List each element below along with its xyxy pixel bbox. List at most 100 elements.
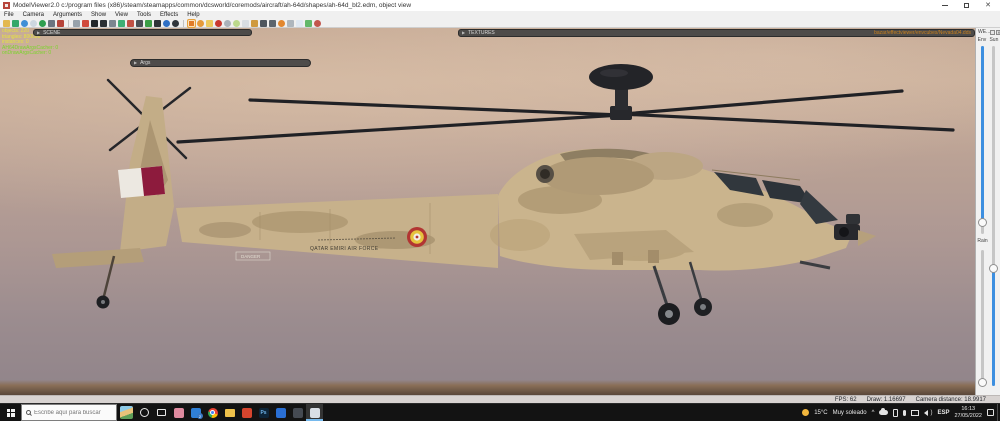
env-slider-fill	[981, 46, 984, 222]
undock-panel-icon[interactable]	[990, 29, 996, 35]
display-icon[interactable]	[911, 409, 920, 416]
arrow-right-icon[interactable]	[127, 19, 134, 27]
taskbar-search[interactable]	[21, 404, 117, 421]
figure-icon[interactable]	[73, 19, 80, 27]
open-file-icon[interactable]	[3, 19, 10, 27]
sphere-gray-icon[interactable]	[224, 19, 231, 27]
flag-icon[interactable]	[251, 19, 258, 27]
walk-figure-icon[interactable]	[109, 19, 116, 27]
search-input[interactable]	[34, 409, 112, 416]
file-explorer-icon-glyph	[224, 408, 235, 417]
sphere-olive-icon[interactable]	[233, 19, 240, 27]
modelviewer-taskbar-icon[interactable]	[306, 404, 323, 421]
tray-temperature[interactable]: 15°C	[814, 410, 827, 416]
page-blue-icon[interactable]	[296, 19, 303, 27]
close-panel-icon[interactable]: ✕	[996, 29, 1000, 35]
figure-dark-icon[interactable]	[260, 19, 267, 27]
rotate-ccw-icon[interactable]	[172, 19, 179, 27]
arrow-left-icon[interactable]	[118, 19, 125, 27]
maximize-icon[interactable]	[964, 3, 970, 8]
globe-blue-icon[interactable]	[21, 19, 28, 27]
main-rotor	[176, 89, 955, 144]
args-panel-bar[interactable]: ▶ Args	[130, 59, 311, 67]
black-box-icon[interactable]	[91, 19, 98, 27]
main-landing-gear	[652, 261, 712, 325]
task-view-icon[interactable]	[153, 404, 170, 421]
tray-weather-condition[interactable]: Muy soleado	[833, 410, 867, 416]
your-phone-icon[interactable]	[893, 408, 899, 417]
window-controls: ✕	[936, 2, 997, 9]
sun-slider-thumb[interactable]	[989, 264, 998, 273]
sphere-orange-icon[interactable]	[278, 19, 285, 27]
sphere-light-icon[interactable]	[30, 19, 37, 27]
bar-chart-icon[interactable]	[187, 18, 196, 28]
mail-icon[interactable]: 2	[187, 404, 204, 421]
monitor-icon[interactable]	[48, 19, 55, 27]
action-center-icon[interactable]	[987, 409, 994, 416]
rain-slider-thumb[interactable]	[978, 378, 987, 387]
app-red-icon[interactable]	[238, 404, 255, 421]
grid-green-icon[interactable]	[305, 19, 312, 27]
language-indicator[interactable]: ESP	[937, 410, 949, 416]
textures-panel-bar[interactable]: ▶ TEXTURES bazar/effectviewer/envcubes/N…	[458, 29, 975, 37]
draw-value: Draw: 1.16697	[866, 396, 906, 403]
rotate-cw-icon[interactable]	[163, 19, 170, 27]
app-blue-icon[interactable]	[272, 404, 289, 421]
tripod-icon[interactable]	[100, 19, 107, 27]
start-button[interactable]	[0, 404, 21, 421]
textures-panel-label: TEXTURES	[468, 30, 495, 36]
close-icon[interactable]: ✕	[985, 2, 991, 9]
task-view-icon-glyph	[157, 409, 166, 416]
sphere-red-icon[interactable]	[215, 19, 222, 27]
image-viewer-icon[interactable]	[289, 404, 306, 421]
menu-bar: File Camera Arguments Show View Tools Effects H…	[0, 11, 1000, 19]
rain-slider[interactable]	[981, 250, 984, 386]
palette-icon[interactable]	[145, 19, 152, 27]
menu-item-show[interactable]: Show	[91, 11, 106, 19]
file-explorer-icon[interactable]	[221, 404, 238, 421]
edit-page-icon[interactable]	[242, 19, 249, 27]
screen-dark-icon[interactable]	[154, 19, 161, 27]
material-red-icon[interactable]	[57, 19, 64, 27]
scene-panel-bar[interactable]: ▶ SCENE	[33, 29, 252, 36]
debug-line: onDrawArgsCacher: 0	[2, 50, 52, 57]
scene-panel-label: SCENE	[43, 29, 61, 36]
env-slider-thumb[interactable]	[978, 218, 987, 227]
onedrive-icon[interactable]	[879, 408, 889, 415]
hidden-icons-chevron[interactable]: ^	[872, 410, 875, 416]
menu-item-view[interactable]: View	[115, 11, 128, 19]
app-pink-icon-glyph	[173, 407, 184, 418]
clock[interactable]: 16:13 27/05/2022	[954, 406, 982, 419]
chrome-icon[interactable]	[204, 404, 221, 421]
microphone-icon[interactable]	[903, 409, 907, 416]
film-icon[interactable]	[136, 19, 143, 27]
weather-sun-icon[interactable]	[802, 409, 810, 416]
photoshop-icon[interactable]: Ps	[255, 404, 272, 421]
crosshair-red-icon[interactable]	[82, 19, 89, 27]
refresh-icon[interactable]	[12, 19, 19, 27]
menu-item-arguments[interactable]: Arguments	[53, 11, 82, 19]
volume-icon[interactable]	[924, 409, 929, 416]
figure-light-icon[interactable]	[287, 19, 294, 27]
sun-slider-label: Sun	[989, 37, 999, 43]
weather-panel-title: WE...	[978, 29, 991, 35]
dot-orange-icon[interactable]	[197, 19, 204, 27]
cloud-icon[interactable]	[269, 19, 276, 27]
menu-item-camera[interactable]: Camera	[23, 11, 44, 19]
menu-item-file[interactable]: File	[4, 11, 14, 19]
minimize-icon[interactable]	[942, 5, 949, 6]
menu-item-help[interactable]: Help	[187, 11, 199, 19]
notification-badge: 2	[197, 413, 203, 419]
model-viewport[interactable]: QATAR EMIRI AIR FORCE DANGER objects: 22…	[0, 28, 1000, 403]
menu-item-effects[interactable]: Effects	[160, 11, 178, 19]
app-pink-icon[interactable]	[170, 404, 187, 421]
folder-icon[interactable]	[206, 19, 213, 27]
expand-arrow-icon: ▶	[462, 30, 466, 35]
search-highlight-icon[interactable]	[120, 406, 133, 419]
sphere-green-icon[interactable]	[39, 19, 46, 27]
cortana-icon[interactable]	[136, 404, 153, 421]
helicopter-render: QATAR EMIRI AIR FORCE DANGER	[52, 64, 955, 325]
sphere-disabled-icon[interactable]	[314, 19, 321, 27]
menu-item-tools[interactable]: Tools	[137, 11, 151, 19]
image-viewer-icon-glyph	[292, 407, 303, 418]
